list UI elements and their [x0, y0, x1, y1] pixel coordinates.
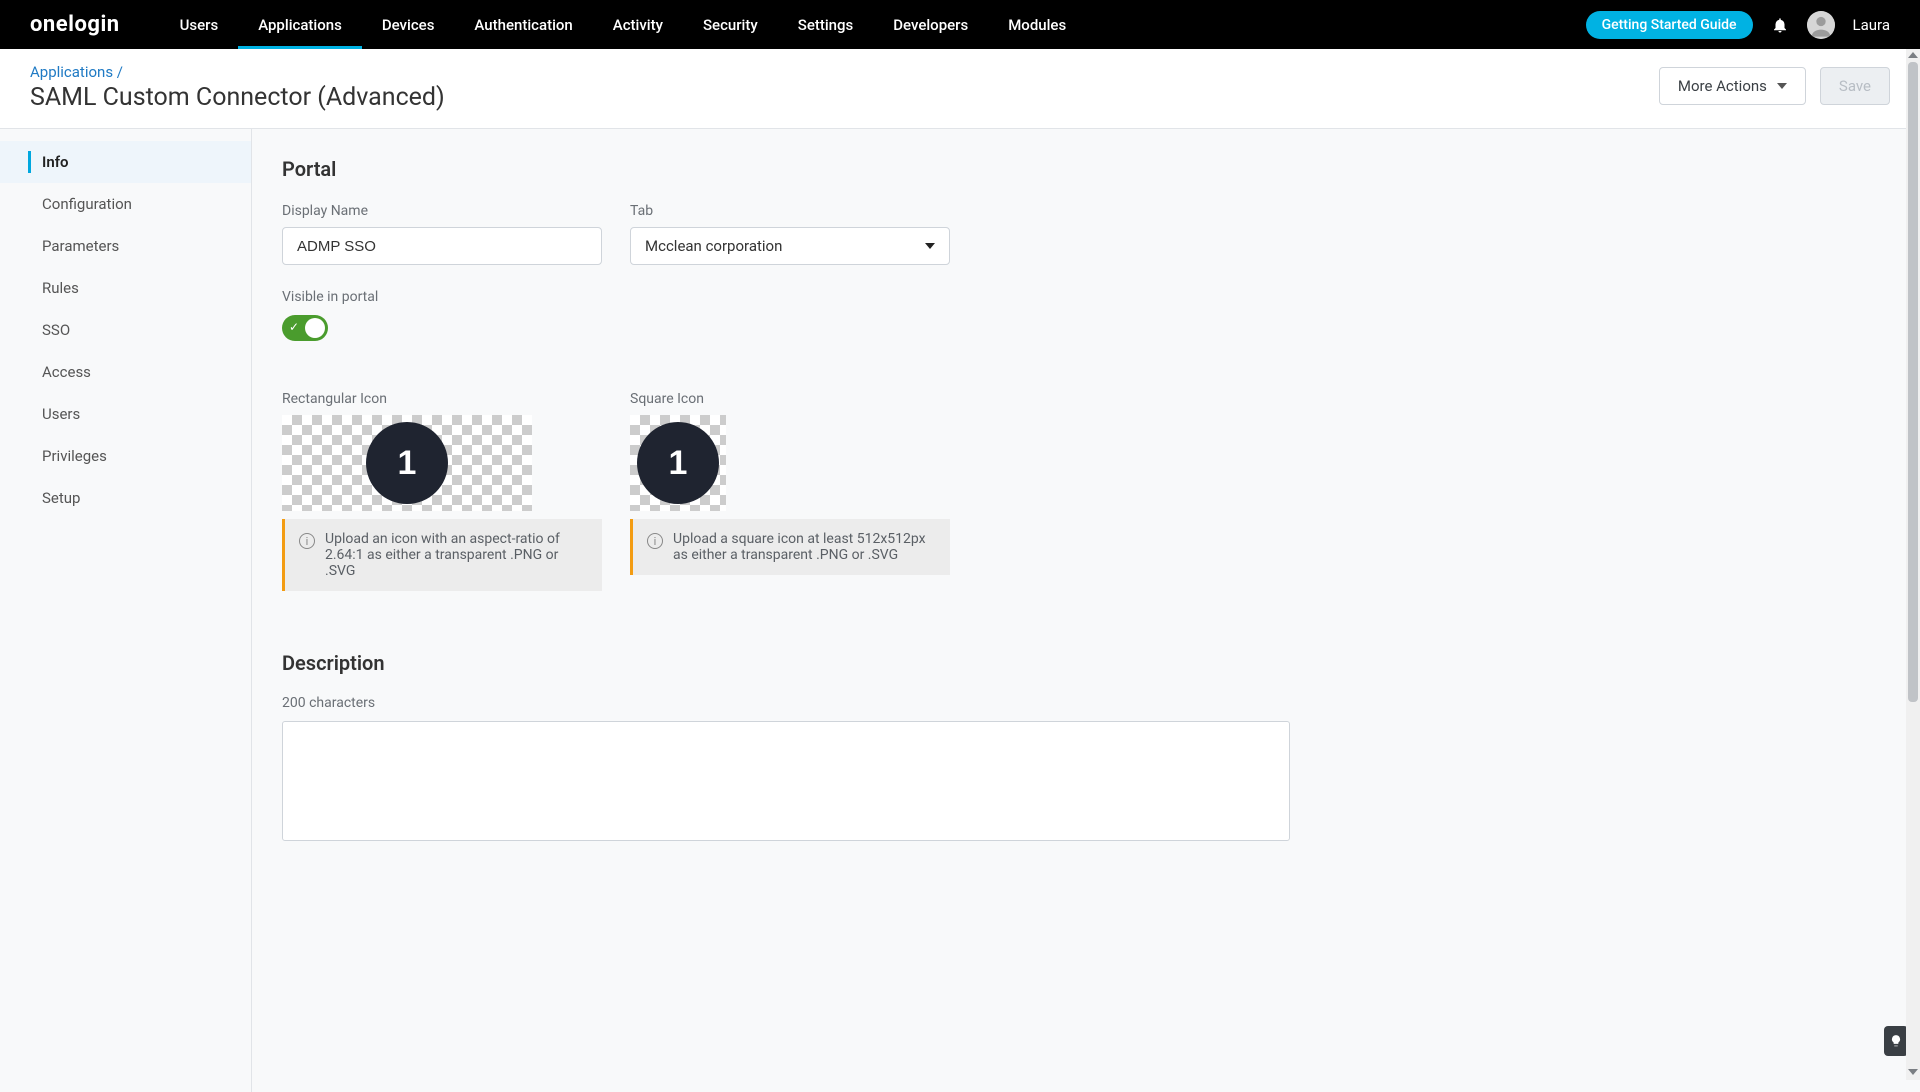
- bell-icon[interactable]: [1771, 16, 1789, 34]
- avatar[interactable]: [1807, 11, 1835, 39]
- check-icon: ✓: [289, 320, 299, 334]
- rectangular-icon-label: Rectangular Icon: [282, 391, 602, 407]
- square-icon-preview: 1: [637, 422, 719, 504]
- nav-applications[interactable]: Applications: [238, 0, 362, 49]
- rectangular-icon-upload[interactable]: 1: [282, 415, 532, 511]
- sidebar: Info Configuration Parameters Rules SSO …: [0, 129, 252, 1092]
- rectangular-icon-hint-text: Upload an icon with an aspect-ratio of 2…: [325, 531, 588, 579]
- sidebar-item-privileges[interactable]: Privileges: [0, 435, 251, 477]
- square-icon-hint: i Upload a square icon at least 512x512p…: [630, 519, 950, 575]
- visible-in-portal: Visible in portal ✓: [282, 289, 1880, 341]
- nav-authentication[interactable]: Authentication: [454, 0, 592, 49]
- sidebar-item-sso[interactable]: SSO: [0, 309, 251, 351]
- nav-settings[interactable]: Settings: [778, 0, 874, 49]
- sidebar-item-parameters[interactable]: Parameters: [0, 225, 251, 267]
- info-icon: i: [299, 533, 315, 549]
- nav-modules[interactable]: Modules: [988, 0, 1086, 49]
- save-button[interactable]: Save: [1820, 67, 1890, 105]
- portal-row-1: Display Name Tab Mcclean corporation: [282, 203, 1880, 265]
- display-name-input[interactable]: [282, 227, 602, 265]
- scrollbar-thumb[interactable]: [1908, 62, 1918, 702]
- chevron-down-icon: [1777, 83, 1787, 89]
- top-nav: onelogin Users Applications Devices Auth…: [0, 0, 1920, 49]
- icons-row: Rectangular Icon 1 i Upload an icon with…: [282, 391, 1880, 591]
- sidebar-item-info[interactable]: Info: [0, 141, 251, 183]
- rectangular-icon-hint: i Upload an icon with an aspect-ratio of…: [282, 519, 602, 591]
- tab-select[interactable]: Mcclean corporation: [630, 227, 950, 265]
- more-actions-label: More Actions: [1678, 77, 1767, 95]
- username[interactable]: Laura: [1853, 16, 1890, 34]
- info-icon: i: [647, 533, 663, 549]
- chevron-down-icon: [925, 243, 935, 249]
- brand-logo: onelogin: [30, 12, 120, 37]
- nav-activity[interactable]: Activity: [593, 0, 683, 49]
- nav-developers[interactable]: Developers: [873, 0, 988, 49]
- breadcrumb-sep: /: [113, 63, 123, 81]
- nav-right: Getting Started Guide Laura: [1586, 11, 1920, 39]
- square-icon-hint-text: Upload a square icon at least 512x512px …: [673, 531, 936, 563]
- sidebar-item-access[interactable]: Access: [0, 351, 251, 393]
- layout: Info Configuration Parameters Rules SSO …: [0, 129, 1920, 1092]
- description-section: Description 200 characters: [282, 651, 1880, 845]
- square-icon-col: Square Icon 1 i Upload a square icon at …: [630, 391, 950, 591]
- nav-items: Users Applications Devices Authenticatio…: [160, 0, 1087, 49]
- sidebar-item-users[interactable]: Users: [0, 393, 251, 435]
- header-actions: More Actions Save: [1659, 67, 1890, 105]
- getting-started-button[interactable]: Getting Started Guide: [1586, 11, 1753, 39]
- nav-devices[interactable]: Devices: [362, 0, 455, 49]
- visible-label: Visible in portal: [282, 289, 1880, 305]
- sidebar-item-setup[interactable]: Setup: [0, 477, 251, 519]
- square-icon-upload[interactable]: 1: [630, 415, 726, 511]
- breadcrumb: Applications /: [30, 63, 445, 81]
- display-name-label: Display Name: [282, 203, 602, 219]
- rectangular-icon-preview: 1: [366, 422, 448, 504]
- help-fab[interactable]: [1884, 1026, 1908, 1056]
- lightbulb-icon: [1889, 1034, 1903, 1048]
- toggle-knob: [305, 318, 325, 338]
- description-charcount: 200 characters: [282, 695, 1880, 711]
- description-heading: Description: [282, 651, 1880, 675]
- breadcrumb-parent[interactable]: Applications: [30, 63, 113, 81]
- visible-toggle[interactable]: ✓: [282, 315, 328, 341]
- scroll-down-icon[interactable]: [1908, 1066, 1918, 1078]
- tab-value: Mcclean corporation: [645, 237, 782, 255]
- portal-heading: Portal: [282, 157, 1880, 181]
- rectangular-icon-col: Rectangular Icon 1 i Upload an icon with…: [282, 391, 602, 591]
- display-name-field: Display Name: [282, 203, 602, 265]
- square-icon-label: Square Icon: [630, 391, 950, 407]
- scroll-up-icon[interactable]: [1908, 49, 1918, 61]
- title-block: Applications / SAML Custom Connector (Ad…: [30, 63, 445, 112]
- more-actions-button[interactable]: More Actions: [1659, 67, 1806, 105]
- nav-security[interactable]: Security: [683, 0, 778, 49]
- sidebar-item-configuration[interactable]: Configuration: [0, 183, 251, 225]
- sidebar-item-rules[interactable]: Rules: [0, 267, 251, 309]
- content: Portal Display Name Tab Mcclean corporat…: [252, 129, 1920, 1092]
- page-header: Applications / SAML Custom Connector (Ad…: [0, 49, 1920, 129]
- tab-label: Tab: [630, 203, 950, 219]
- nav-users[interactable]: Users: [160, 0, 239, 49]
- tab-field: Tab Mcclean corporation: [630, 203, 950, 265]
- description-textarea[interactable]: [282, 721, 1290, 841]
- page-title: SAML Custom Connector (Advanced): [30, 83, 445, 112]
